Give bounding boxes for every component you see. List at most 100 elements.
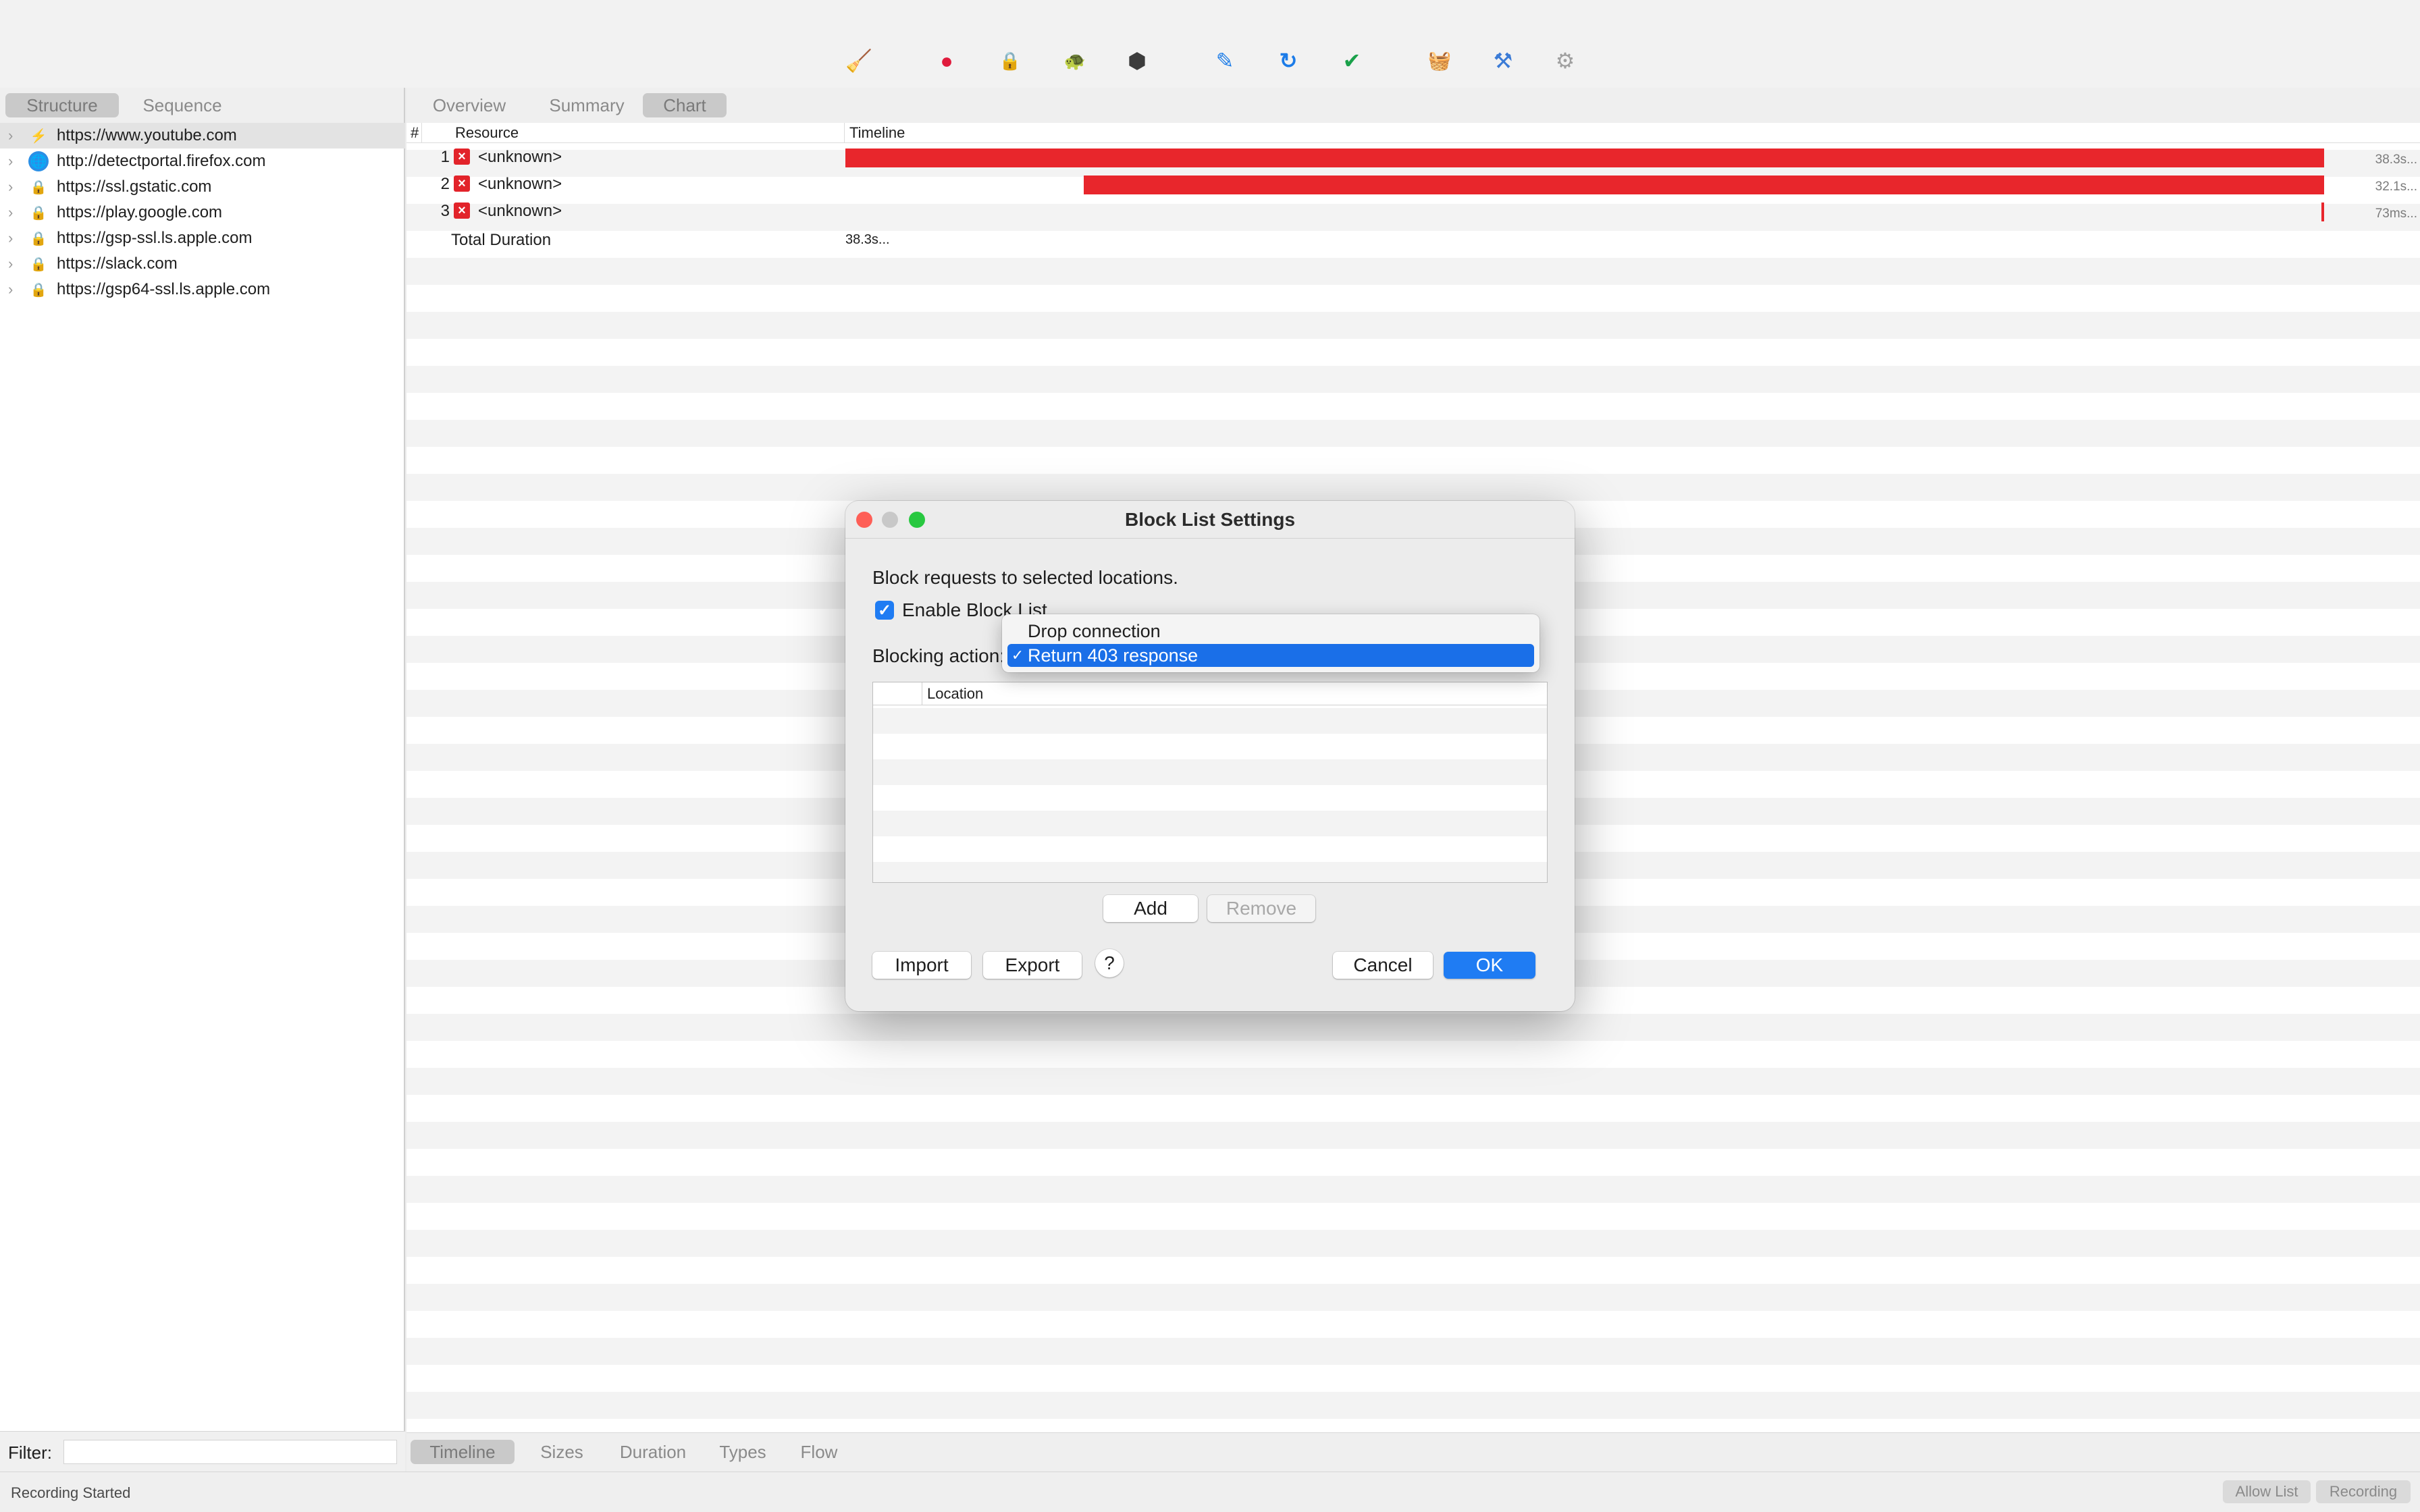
total-duration-value: 38.3s... [845,232,890,247]
export-button[interactable]: Export [983,952,1082,979]
location-table[interactable]: Location [872,682,1548,883]
timeline-bar [2321,202,2324,221]
tab-timeline[interactable]: Timeline [411,1440,515,1464]
tools-icon[interactable]: ⚒ [1490,47,1517,74]
menu-item-drop-connection[interactable]: Drop connection [1007,620,1534,643]
tab-sequence[interactable]: Sequence [124,93,240,117]
error-x-icon: × [454,176,470,192]
row-number: 2 [440,175,450,193]
record-icon[interactable]: ● [933,47,960,74]
column-resource[interactable]: Resource [455,124,519,142]
lightning-icon: ⚡ [30,128,47,144]
dialog-title: Block List Settings [1124,509,1296,530]
host-row[interactable]: › 🔒 https://slack.com [0,251,405,277]
chevron-right-icon[interactable]: › [8,153,22,170]
stop-hexagon-icon[interactable]: ⬢ [1124,47,1151,74]
tab-flow[interactable]: Flow [789,1440,849,1464]
host-row[interactable]: › 🔒 https://play.google.com [0,200,405,225]
host-row[interactable]: › 🔒 https://gsp-ssl.ls.apple.com [0,225,405,251]
blocking-action-menu: Drop connection ✓ Return 403 response [1002,614,1540,672]
recording-button[interactable]: Recording [2316,1480,2411,1503]
tab-summary[interactable]: Summary [536,93,637,117]
filter-label: Filter: [8,1442,52,1463]
main-tab-bar: Overview Summary Chart [406,88,2420,123]
remove-button[interactable]: Remove [1207,895,1315,922]
chevron-right-icon[interactable]: › [8,281,22,298]
location-table-header: Location [873,682,1547,705]
bottom-tab-bar: Timeline Sizes Duration Types Flow [406,1432,2420,1472]
ok-button[interactable]: OK [1444,952,1535,979]
host-url: https://ssl.gstatic.com [57,178,212,196]
chevron-right-icon[interactable]: › [8,230,22,247]
import-button[interactable]: Import [872,952,971,979]
chevron-right-icon[interactable]: › [8,127,22,144]
host-url: https://slack.com [57,254,178,273]
lock-icon: 🔒 [30,256,47,272]
pen-icon[interactable]: ✎ [1211,47,1238,74]
chevron-right-icon[interactable]: › [8,204,22,221]
table-header: # Resource Timeline [406,123,2420,143]
menu-item-return-403[interactable]: ✓ Return 403 response [1007,644,1534,667]
error-x-icon: × [454,202,470,219]
resource-name: <unknown> [478,175,562,193]
total-duration-label: Total Duration [451,231,552,249]
duration-label: 38.3s... [2375,153,2417,167]
tab-structure[interactable]: Structure [5,93,119,117]
block-list-dialog: Block List Settings Block requests to se… [845,501,1575,1011]
enable-block-list-checkbox[interactable]: ✓ [875,601,894,620]
cancel-button[interactable]: Cancel [1333,952,1433,979]
broom-icon[interactable]: 🧹 [845,47,872,74]
filter-input[interactable] [63,1440,397,1464]
help-button[interactable]: ? [1095,949,1124,977]
menu-item-label: Drop connection [1028,620,1161,641]
lock-icon: 🔒 [30,205,47,221]
checkmark-icon[interactable]: ✔ [1338,47,1365,74]
column-timeline[interactable]: Timeline [849,124,905,142]
chevron-right-icon[interactable]: › [8,255,22,273]
lock-icon: 🔒 [30,282,47,298]
host-url: https://www.youtube.com [57,126,237,144]
status-bar: Recording Started Allow List Recording [0,1472,2420,1512]
timeline-bar [845,148,2324,167]
column-location[interactable]: Location [927,685,983,703]
status-text: Recording Started [11,1484,131,1501]
host-row[interactable]: › 🔒 https://ssl.gstatic.com [0,174,405,200]
total-duration-row: Total Duration 38.3s... [406,224,2420,250]
column-num[interactable]: # [411,124,419,142]
turtle-icon[interactable]: 🐢 [1061,47,1088,74]
host-row[interactable]: › 🔒 https://gsp64-ssl.ls.apple.com [0,277,405,302]
lock-icon: 🔒 [30,231,47,246]
tab-sizes[interactable]: Sizes [528,1440,596,1464]
toolbar: 🧹 ● 🔒 🐢 ⬢ ✎ ↻ ✔ 🧺 ⚒ ⚙ [0,0,2420,88]
sidebar: Structure Sequence › ⚡ https://www.youtu… [0,88,405,1472]
globe-icon: 🌐 [28,151,49,171]
menu-item-label: Return 403 response [1028,645,1199,666]
table-row[interactable]: 3 × <unknown> 73ms... [406,197,2420,223]
tab-chart[interactable]: Chart [643,93,727,117]
error-x-icon: × [454,148,470,165]
host-url: https://gsp64-ssl.ls.apple.com [57,280,271,298]
table-row[interactable]: 1 × <unknown> 38.3s... [406,143,2420,169]
resource-name: <unknown> [478,202,562,220]
dialog-titlebar: Block List Settings [845,501,1575,539]
table-row[interactable]: 2 × <unknown> 32.1s... [406,170,2420,196]
allow-list-button[interactable]: Allow List [2223,1480,2311,1503]
tab-types[interactable]: Types [709,1440,777,1464]
refresh-icon[interactable]: ↻ [1275,47,1302,74]
resource-name: <unknown> [478,148,562,166]
host-row[interactable]: › 🌐 http://detectportal.firefox.com [0,148,405,174]
tab-duration[interactable]: Duration [609,1440,697,1464]
blocking-action-label: Blocking action: [872,645,1005,666]
chevron-right-icon[interactable]: › [8,178,22,196]
add-button[interactable]: Add [1103,895,1198,922]
filter-bar: Filter: [0,1431,405,1472]
check-icon: ✓ [1011,647,1024,664]
tab-overview[interactable]: Overview [420,93,519,117]
gear-icon[interactable]: ⚙ [1552,47,1579,74]
host-url: https://gsp-ssl.ls.apple.com [57,229,253,247]
ssl-lock-icon[interactable]: 🔒 [997,47,1024,74]
basket-icon[interactable]: 🧺 [1426,47,1453,74]
timeline-bar [1083,176,2324,194]
host-url: https://play.google.com [57,203,223,221]
host-row[interactable]: › ⚡ https://www.youtube.com [0,123,405,148]
